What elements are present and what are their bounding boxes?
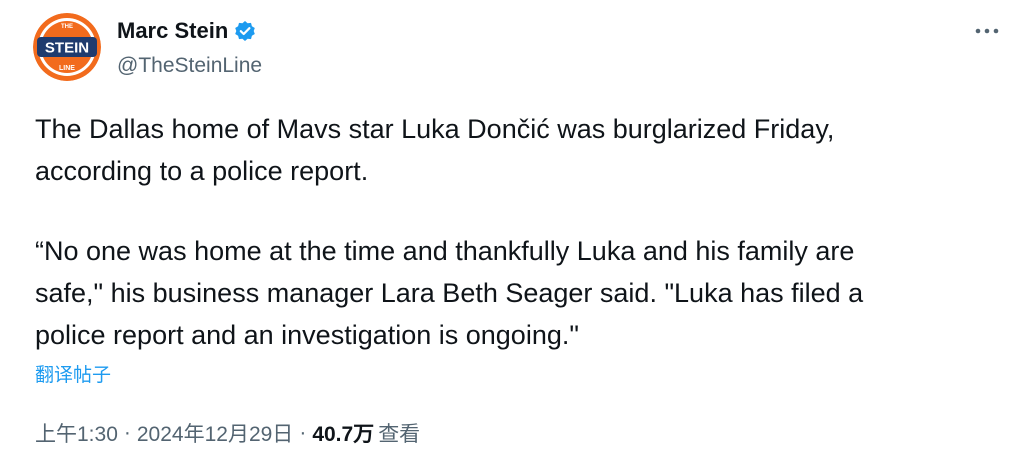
name-row: Marc Stein bbox=[117, 16, 262, 46]
tweet-meta: 上午1:30 · 2024年12月29日 · 40.7万 查看 bbox=[35, 418, 420, 448]
meta-separator: · bbox=[123, 421, 131, 444]
stein-line-logo: STEIN THE LINE bbox=[33, 13, 101, 81]
avatar-text: STEIN bbox=[45, 40, 89, 57]
views-label: 查看 bbox=[378, 423, 421, 446]
translate-post-link[interactable]: 翻译帖子 bbox=[35, 360, 111, 387]
verified-badge-icon[interactable] bbox=[234, 20, 256, 42]
author-display-name[interactable]: Marc Stein bbox=[117, 18, 228, 44]
tweet-paragraph-1: The Dallas home of Mavs star Luka Dončić… bbox=[35, 114, 835, 186]
author-handle[interactable]: @TheSteinLine bbox=[117, 54, 262, 78]
post-date[interactable]: 2024年12月29日 bbox=[137, 418, 293, 448]
avatar[interactable]: STEIN THE LINE bbox=[33, 13, 101, 81]
svg-text:THE: THE bbox=[61, 24, 73, 30]
tweet-paragraph-2: “No one was home at the time and thankfu… bbox=[35, 236, 864, 350]
tweet-text: The Dallas home of Mavs star Luka Dončić… bbox=[35, 108, 985, 356]
post-time[interactable]: 上午1:30 bbox=[35, 418, 118, 448]
meta-separator: · bbox=[299, 421, 307, 444]
more-dots-icon[interactable] bbox=[972, 20, 1002, 42]
views-count[interactable]: 40.7万 bbox=[312, 418, 374, 448]
author-block: Marc Stein @TheSteinLine bbox=[117, 16, 262, 78]
avatar-subtext: LINE bbox=[59, 65, 75, 72]
tweet-card: STEIN THE LINE Marc Stein @TheSteinLine … bbox=[0, 0, 1024, 467]
